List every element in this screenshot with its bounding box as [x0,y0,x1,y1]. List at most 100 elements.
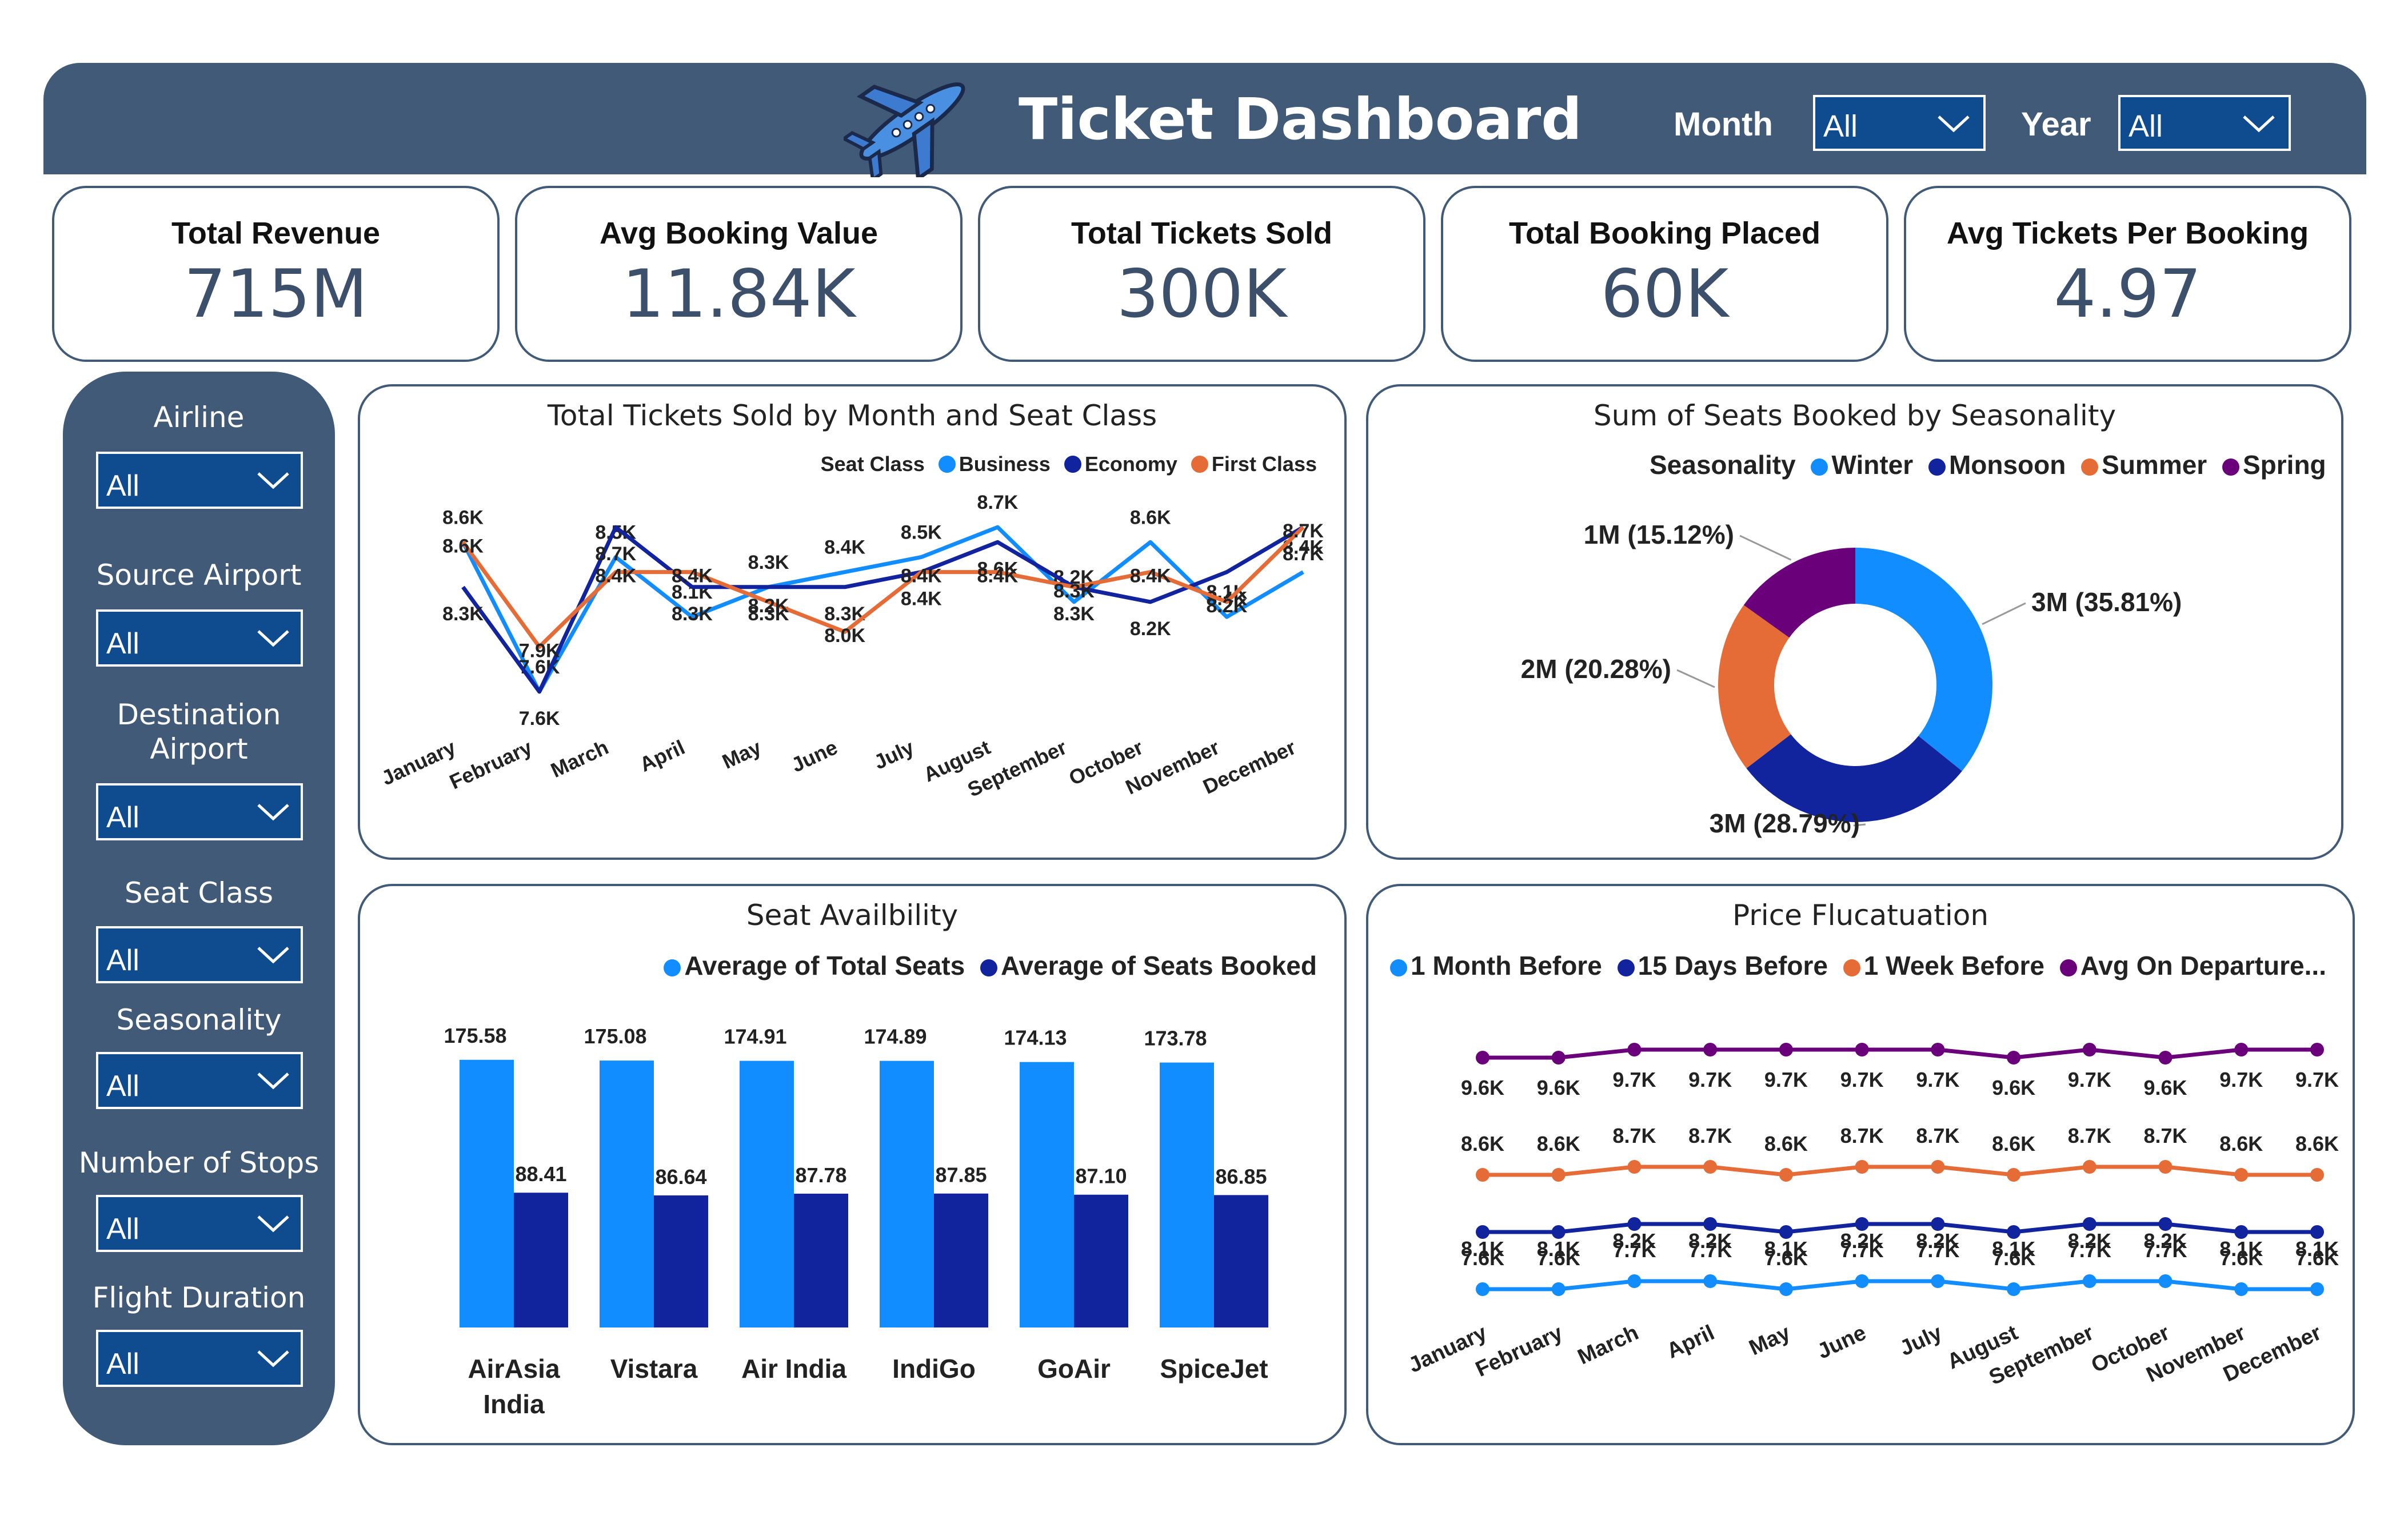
slice-label: 3M (28.79%) [1710,808,1860,838]
bar-total-seats [1160,1062,1214,1327]
filter-select-seat-class[interactable]: All [96,926,303,983]
x-tick-label: April [636,735,689,776]
filter-select-airline[interactable]: All [96,452,303,509]
data-label: 9.6K [1537,1076,1580,1099]
data-label: 8.1K [1764,1237,1808,1261]
bar-value-label: 86.85 [1215,1165,1267,1188]
filter-select-value: All [106,1347,139,1381]
x-tick-label: June [788,735,841,777]
filter-select-flight-duration[interactable]: All [96,1330,303,1387]
x-tick-label: India [483,1389,545,1419]
x-tick-label: February [446,735,536,794]
filter-select-source-airport[interactable]: All [96,609,303,667]
chevron-down-icon [257,1073,289,1090]
kpi-value: 4.97 [2054,256,2202,333]
x-tick-label: April [1663,1321,1718,1364]
data-label: 8.7K [1840,1124,1884,1147]
data-label: 8.6K [1764,1132,1808,1155]
data-label: 8.2K [1206,595,1247,617]
filter-label-flight-duration: Flight Duration [92,1281,306,1314]
filter-panel: Airline All Source Airport All Destinati… [63,372,335,1445]
data-label: 9.7K [1612,1068,1656,1091]
chevron-down-icon [1938,115,1970,133]
airplane-icon [844,82,965,177]
filter-select-value: All [106,1213,139,1246]
filter-select-value: All [106,1070,139,1103]
data-label: 8.6K [2295,1132,2339,1155]
filter-select-number-of-stops[interactable]: All [96,1195,303,1252]
series-point [2082,1274,2096,1288]
data-label: 8.4K [977,565,1019,587]
data-label: 8.5K [901,521,942,543]
month-select[interactable]: All [1813,95,1986,151]
leader-line [1739,535,1792,561]
filter-select-destination-airport[interactable]: All [96,783,303,840]
data-label: 8.0K [824,625,865,647]
data-label: 7.6K [519,708,560,729]
data-label: 9.7K [1916,1068,1959,1091]
bar-value-label: 86.64 [655,1165,706,1189]
x-tick-label: June [1814,1321,1870,1364]
x-tick-label: SpiceJet [1160,1354,1268,1384]
series-point [1779,1168,1793,1182]
series-point [1703,1043,1718,1056]
data-label: 8.7K [2144,1124,2187,1147]
year-select[interactable]: All [2118,95,2291,151]
data-label: 8.4K [824,537,865,559]
data-label: 8.7K [595,543,636,565]
leader-line [1676,669,1715,688]
data-label: 9.7K [2295,1068,2339,1091]
series-point [2007,1168,2021,1182]
data-label: 8.7K [977,492,1019,513]
series-point [1627,1274,1642,1288]
data-label: 7.9K [519,640,560,661]
bar-value-label: 175.08 [584,1024,646,1048]
data-label: 9.7K [1764,1068,1808,1091]
data-label: 8.6K [1461,1132,1504,1155]
filter-select-seasonality[interactable]: All [96,1052,303,1109]
bar-total-seats [600,1060,654,1327]
kpi-card-total-booking-placed: Total Booking Placed 60K [1441,186,1888,362]
bar-total-seats [740,1060,794,1327]
data-label: 8.6K [1537,1132,1580,1155]
bar-total-seats [880,1060,934,1327]
panel-price-fluctuation: Price Flucatuation 1 Month Before 15 Day… [1366,884,2355,1445]
data-label: 8.6K [1130,507,1171,528]
kpi-card-total-revenue: Total Revenue 715M [52,186,500,362]
data-label: 8.4K [1130,565,1171,587]
series-point [2234,1168,2249,1182]
series-point [1627,1160,1642,1174]
data-label: 8.4K [672,565,713,587]
filter-select-value: All [106,627,139,660]
bar-value-label: 87.10 [1075,1165,1127,1188]
data-label: 8.3K [672,603,713,625]
slice-label: 1M (15.12%) [1584,520,1734,549]
data-label: 8.2K [1688,1229,1732,1253]
data-label: 8.3K [442,603,484,625]
data-label: 9.6K [1992,1076,2035,1099]
filter-select-value: All [106,801,139,834]
series-point [2082,1160,2096,1174]
chevron-down-icon [257,1350,289,1368]
series-point [2007,1282,2021,1296]
data-label: 8.3K [1053,580,1095,602]
x-tick-label: May [718,735,765,774]
kpi-title: Avg Booking Value [599,216,878,250]
slice-label: 3M (35.81%) [2031,587,2182,617]
series-point [2158,1160,2173,1174]
price-fluctuation-line-chart: 7.6K 7.6K 7.7K 7.7K 7.6K 7.7K 7.7K 7.6K 7.7K 7.7K… [1405,1043,2339,1390]
bar-value-label: 173.78 [1144,1027,1207,1050]
kpi-value: 60K [1600,256,1729,333]
seasonality-donut-chart: 3M (35.81%) 3M (28.79%) 2M (20.28%) 1M (15.… [1521,520,2182,838]
filter-select-value: All [106,944,139,977]
data-label: 8.1K [1461,1237,1504,1261]
kpi-title: Total Tickets Sold [1071,216,1333,250]
data-label: 8.2K [1130,618,1171,640]
month-select-value: All [1823,109,1858,143]
series-point [1551,1051,1566,1065]
filter-label-seasonality: Seasonality [116,1003,282,1036]
data-label: 8.6K [1992,1132,2035,1155]
series-point [2158,1274,2173,1288]
chevron-down-icon [257,1215,289,1233]
series-point [2310,1168,2324,1182]
